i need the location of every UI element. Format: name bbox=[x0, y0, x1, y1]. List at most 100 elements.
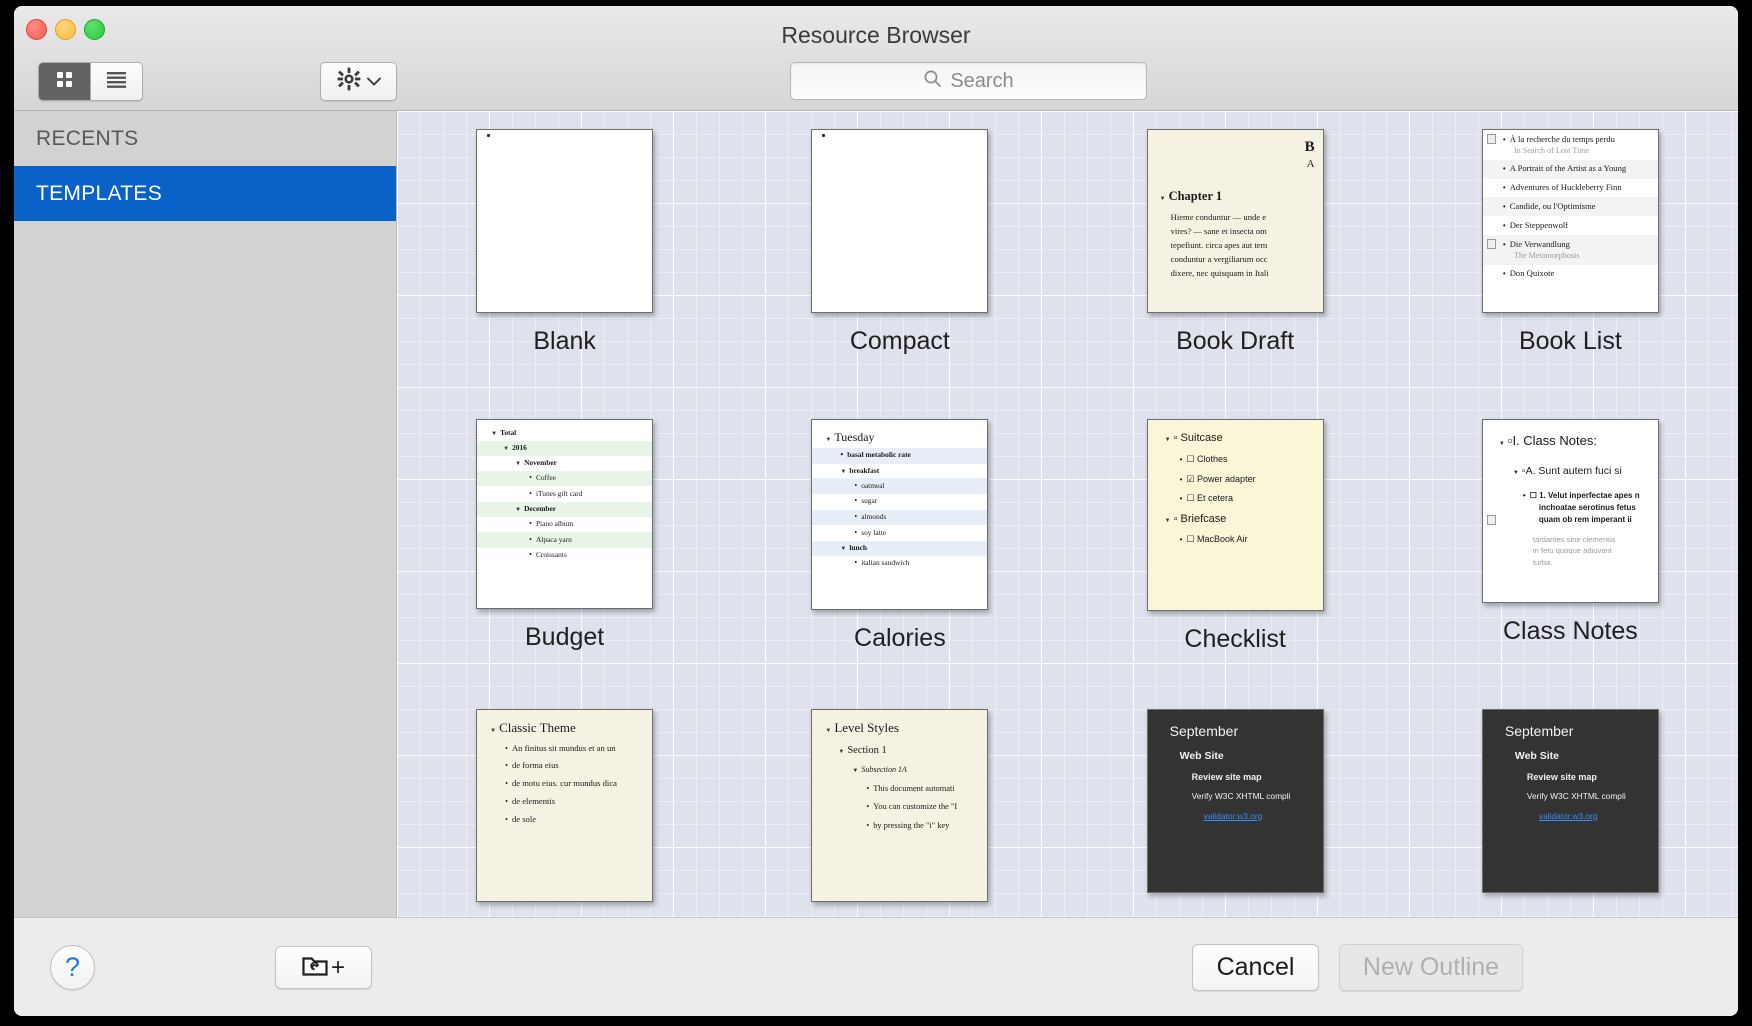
template-label: Calories bbox=[854, 624, 946, 652]
sidebar-item-recents[interactable]: RECENTS bbox=[14, 111, 396, 166]
outline-row: • Coffee bbox=[477, 470, 653, 487]
preview-line: tepefiunt. circa apes aut tem bbox=[1170, 239, 1268, 250]
checklist-item: • ☐ Clothes bbox=[1179, 454, 1228, 465]
template-label: Class Notes bbox=[1502, 617, 1638, 645]
preview-heading-3: Review site map bbox=[1191, 772, 1262, 783]
template-thumbnail[interactable] bbox=[476, 129, 654, 313]
list-item: • Don Quixote bbox=[1502, 268, 1555, 279]
preview-subtitle: A bbox=[1306, 158, 1315, 171]
template-label: Budget bbox=[525, 623, 605, 651]
template-item-compact[interactable]: Compact bbox=[732, 129, 1067, 419]
outline-row: • Croissants bbox=[529, 550, 567, 560]
template-label: Book Draft bbox=[1176, 327, 1295, 355]
outline-row: ▼ lunch bbox=[812, 540, 988, 556]
checkbox-unchecked-icon[interactable]: ☐ bbox=[1530, 491, 1537, 500]
list-item: • A Portrait of the Artist as a Young bbox=[1482, 159, 1658, 179]
outline-row: ▼ December bbox=[477, 501, 653, 517]
disclosure-triangle-icon: ▼ bbox=[491, 431, 498, 438]
template-item-book-draft[interactable]: B A ▼ Chapter 1 Hieme conduntur — unde e … bbox=[1068, 129, 1403, 419]
preview-heading: ▼ Classic Theme bbox=[490, 720, 576, 735]
preview-link[interactable]: validator.w3.org bbox=[1483, 803, 1658, 822]
template-item-checklist[interactable]: ▼ ▫ Suitcase • ☐ Clothes • ☑ Power adapter … bbox=[1068, 419, 1403, 709]
template-thumbnail[interactable]: ▼ Tuesday • basal metabolic rate ▼ breakfas… bbox=[811, 419, 989, 610]
template-item-level-styles[interactable]: ▼ Level Styles ▼ Section 1 ▼ Subsection 1A … bbox=[732, 709, 1067, 917]
list-view-icon bbox=[105, 70, 128, 94]
template-thumbnail[interactable]: ▼ ▫I. Class Notes: ▼ ▫A. Sunt autem fuci s… bbox=[1481, 419, 1659, 603]
checkbox-checked-icon[interactable]: ☑ bbox=[1186, 474, 1194, 484]
template-label: Compact bbox=[849, 327, 950, 355]
template-item-calories[interactable]: ▼ Tuesday • basal metabolic rate ▼ breakfas… bbox=[732, 419, 1067, 709]
list-item: • de elementis bbox=[505, 795, 556, 806]
template-thumbnail[interactable]: ▼ Total ▼ 2016 ▼ November • Coffee • iTunes g… bbox=[476, 419, 654, 609]
bullet-icon: • bbox=[505, 779, 508, 789]
list-item: • You can customize the "I bbox=[866, 802, 958, 812]
list-item: • An finitus sit mundus et an un bbox=[505, 742, 616, 753]
search-field[interactable]: Search bbox=[790, 62, 1147, 100]
preview-heading-1: September bbox=[1169, 723, 1239, 739]
preview-heading-3: Review site map bbox=[1526, 772, 1597, 783]
outline-row: • soy latte bbox=[854, 527, 887, 537]
preview-line: conduntur a vergiliarum occ bbox=[1170, 253, 1268, 264]
disclosure-triangle-icon: ▼ bbox=[840, 468, 847, 475]
bullet-icon: • bbox=[854, 558, 858, 567]
sidebar: RECENTS TEMPLATES bbox=[14, 111, 397, 917]
template-thumbnail[interactable]: ▼ Classic Theme • An finitus sit mundus et… bbox=[476, 709, 654, 902]
plus-icon: + bbox=[330, 953, 345, 981]
template-thumbnail[interactable] bbox=[811, 129, 989, 313]
folder-icon bbox=[302, 954, 328, 981]
checkbox-unchecked-icon[interactable]: ☐ bbox=[1186, 493, 1194, 503]
new-outline-button[interactable]: New Outline bbox=[1339, 944, 1523, 991]
outline-note: tardantes sine clementia in fetu quoque … bbox=[1532, 534, 1616, 567]
template-item-dark-theme-2[interactable]: September Web Site Review site map Verif… bbox=[1403, 709, 1738, 917]
template-thumbnail[interactable]: • À la recherche du temps perdu In Search… bbox=[1481, 129, 1659, 313]
template-thumbnail[interactable]: ▼ ▫ Suitcase • ☐ Clothes • ☑ Power adapter … bbox=[1146, 419, 1324, 611]
bullet-icon: • bbox=[866, 783, 870, 793]
checklist-item: • ☑ Power adapter bbox=[1179, 473, 1256, 484]
checkbox-unchecked-icon[interactable]: ☐ bbox=[1186, 454, 1194, 464]
preview-link[interactable]: validator.w3.org bbox=[1148, 803, 1323, 822]
list-item: • Adventures of Huckleberry Finn bbox=[1502, 182, 1622, 193]
checkbox-unchecked-icon[interactable]: ☐ bbox=[1186, 534, 1194, 544]
template-item-blank[interactable]: Blank bbox=[397, 129, 732, 419]
add-template-folder-button[interactable]: + bbox=[275, 946, 372, 989]
help-button[interactable]: ? bbox=[50, 945, 95, 990]
group-box-icon: ▫ bbox=[1173, 432, 1178, 445]
bullet-icon: • bbox=[866, 821, 870, 831]
sidebar-item-templates[interactable]: TEMPLATES bbox=[14, 166, 396, 221]
outline-row: ▼ breakfast bbox=[840, 465, 880, 475]
disclosure-triangle-icon: ▼ bbox=[515, 507, 522, 514]
action-menu-button[interactable] bbox=[320, 62, 397, 101]
checklist-item: • ☐ MacBook Air bbox=[1179, 534, 1248, 545]
template-thumbnail[interactable]: B A ▼ Chapter 1 Hieme conduntur — unde e … bbox=[1146, 129, 1324, 313]
template-item-classic-theme[interactable]: ▼ Classic Theme • An finitus sit mundus et… bbox=[397, 709, 732, 917]
template-item-dark-theme[interactable]: September Web Site Review site map Verif… bbox=[1068, 709, 1403, 917]
list-item: • de forma eius bbox=[505, 760, 559, 771]
template-item-book-list[interactable]: • À la recherche du temps perdu In Search… bbox=[1403, 129, 1738, 419]
outline-row: ▼ Total bbox=[491, 428, 517, 438]
view-mode-segmented-control[interactable] bbox=[38, 62, 143, 101]
window-title: Resource Browser bbox=[781, 22, 971, 48]
bullet-icon: • bbox=[840, 450, 844, 460]
template-thumbnail[interactable]: ▼ Level Styles ▼ Section 1 ▼ Subsection 1A … bbox=[811, 709, 989, 902]
cancel-button[interactable]: Cancel bbox=[1192, 944, 1319, 991]
disclosure-triangle-icon: ▼ bbox=[825, 728, 832, 734]
outline-heading-3: • ☐ 1. Velut inperfectae apes n inchoatae… bbox=[1483, 478, 1658, 526]
grid-view-button[interactable] bbox=[39, 63, 90, 100]
bullet-icon: • bbox=[854, 480, 858, 490]
preview-title: B bbox=[1304, 139, 1315, 155]
template-thumbnail[interactable]: September Web Site Review site map Verif… bbox=[1146, 709, 1324, 893]
search-placeholder: Search bbox=[950, 69, 1014, 92]
bullet-icon: • bbox=[505, 796, 508, 806]
list-item: • de motu eius. cur mundus dica bbox=[505, 778, 617, 789]
template-item-budget[interactable]: ▼ Total ▼ 2016 ▼ November • Coffee • iTunes g… bbox=[397, 419, 732, 709]
preview-line: dixere, nec quisquam in Itali bbox=[1170, 267, 1269, 278]
bullet-icon: • bbox=[854, 496, 858, 506]
preview-body: Verify W3C XHTML compli bbox=[1191, 791, 1291, 802]
note-icon bbox=[1486, 134, 1496, 144]
template-item-class-notes[interactable]: ▼ ▫I. Class Notes: ▼ ▫A. Sunt autem fuci s… bbox=[1403, 419, 1738, 709]
list-view-button[interactable] bbox=[90, 63, 142, 100]
template-thumbnail[interactable]: September Web Site Review site map Verif… bbox=[1481, 709, 1659, 893]
bullet-icon: • bbox=[1502, 269, 1506, 279]
outline-heading-1: ▼ ▫I. Class Notes: bbox=[1498, 433, 1597, 448]
group-box-icon: ▫ bbox=[1173, 512, 1178, 525]
